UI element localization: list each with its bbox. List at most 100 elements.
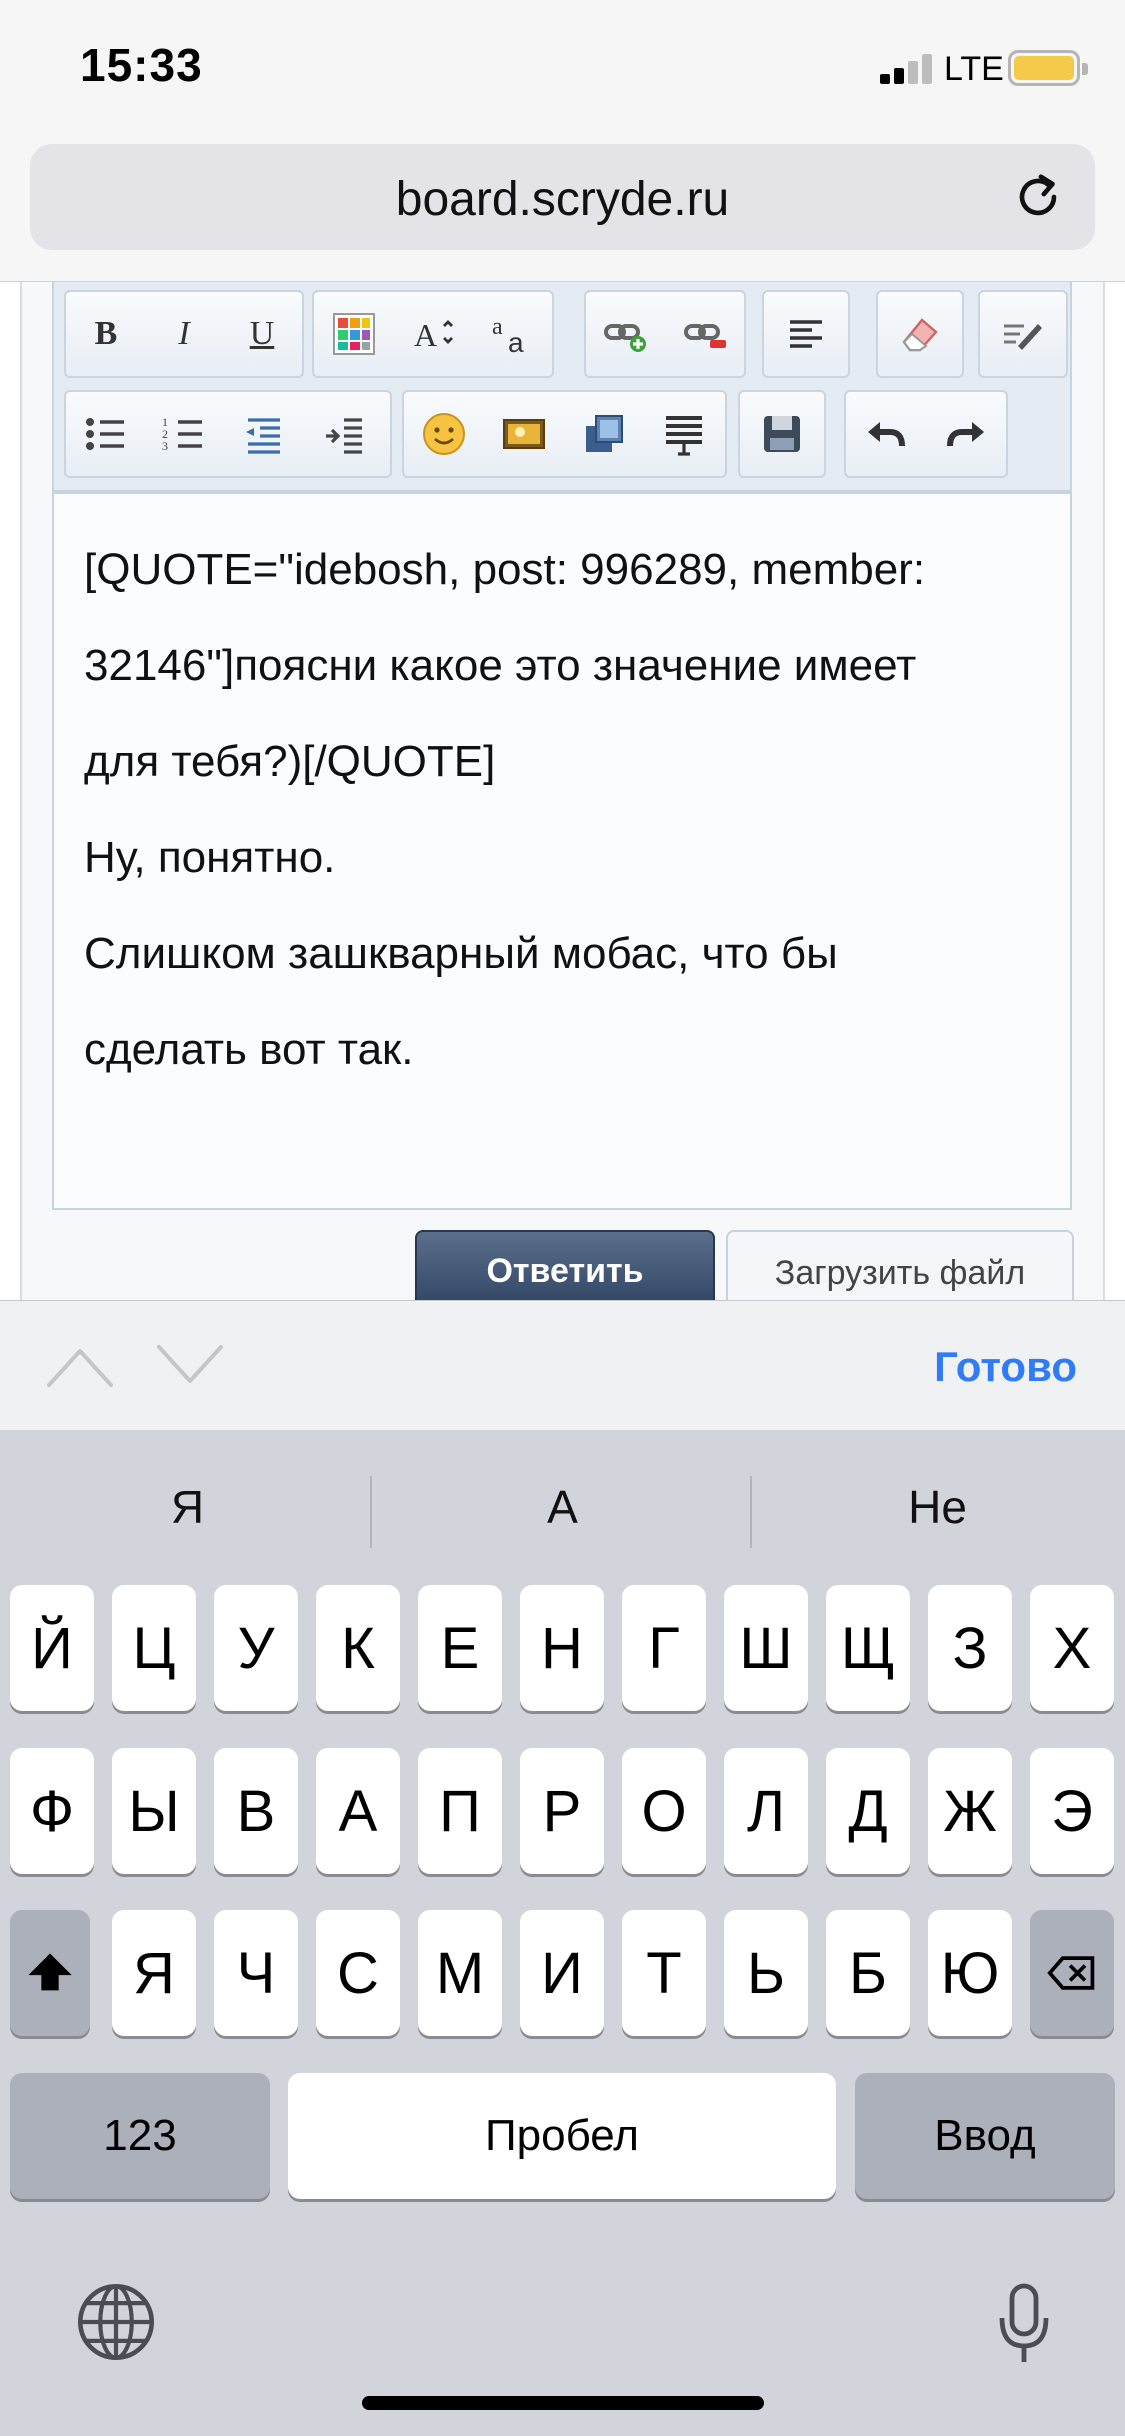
key-3-3[interactable]: С xyxy=(316,1910,400,2036)
svg-text:a: a xyxy=(508,327,524,358)
font-group: A aa xyxy=(312,290,554,378)
key-3-9[interactable]: Ю xyxy=(928,1910,1012,2036)
key-2-10[interactable]: Ж xyxy=(928,1748,1012,1874)
redo-icon[interactable] xyxy=(938,406,994,462)
suggestion-divider xyxy=(370,1476,372,1548)
return-key[interactable]: Ввод xyxy=(855,2073,1115,2199)
key-1-4[interactable]: К xyxy=(316,1585,400,1711)
svg-text:3: 3 xyxy=(162,439,168,453)
edit-draft-icon[interactable] xyxy=(994,306,1050,362)
key-3-5[interactable]: И xyxy=(520,1910,604,2036)
save-group xyxy=(738,390,826,478)
key-1-9[interactable]: Щ xyxy=(826,1585,910,1711)
key-1-10[interactable]: З xyxy=(928,1585,1012,1711)
key-1-5[interactable]: Е xyxy=(418,1585,502,1711)
draft-group xyxy=(978,290,1068,378)
suggestion-item[interactable]: А xyxy=(375,1480,750,1534)
previous-field-icon[interactable] xyxy=(45,1341,115,1391)
battery-icon xyxy=(1008,50,1088,86)
insert-group xyxy=(402,390,727,478)
remove-link-icon[interactable] xyxy=(678,306,734,362)
screen: 15:33 LTE board.scryde.ru B I U A a a 1 … xyxy=(0,0,1125,2436)
key-3-7[interactable]: Ь xyxy=(724,1910,808,2036)
key-3-4[interactable]: М xyxy=(418,1910,502,2036)
suggestion-item[interactable]: Не xyxy=(750,1480,1125,1534)
align-left-icon[interactable] xyxy=(778,306,834,362)
status-bar: 15:33 LTE xyxy=(0,0,1125,140)
url-text[interactable]: board.scryde.ru xyxy=(30,172,1095,227)
key-1-1[interactable]: Й xyxy=(10,1585,94,1711)
key-2-7[interactable]: О xyxy=(622,1748,706,1874)
key-3-6[interactable]: Т xyxy=(622,1910,706,2036)
key-1-3[interactable]: У xyxy=(214,1585,298,1711)
shift-icon xyxy=(28,1953,72,1991)
numbers-key[interactable]: 123 xyxy=(10,2073,270,2199)
key-3-2[interactable]: Ч xyxy=(214,1910,298,2036)
key-2-5[interactable]: П xyxy=(418,1748,502,1874)
insert-quote-icon[interactable] xyxy=(656,406,712,462)
key-2-9[interactable]: Д xyxy=(826,1748,910,1874)
list-group: 123 xyxy=(64,390,392,478)
undo-icon[interactable] xyxy=(858,406,914,462)
svg-text:A: A xyxy=(414,317,437,353)
reload-icon[interactable] xyxy=(1009,168,1067,226)
indent-icon[interactable] xyxy=(316,406,372,462)
eraser-group xyxy=(876,290,964,378)
text-style-group: B I U xyxy=(64,290,304,378)
remove-format-icon[interactable] xyxy=(892,306,948,362)
home-indicator xyxy=(362,2396,764,2410)
key-1-6[interactable]: Н xyxy=(520,1585,604,1711)
key-3-1[interactable]: Я xyxy=(112,1910,196,2036)
editor-toolbar: B I U A aa 1 2 3 xyxy=(52,282,1072,492)
done-button[interactable]: Готово xyxy=(934,1343,1077,1391)
microphone-icon[interactable] xyxy=(996,2282,1052,2366)
bullet-list-icon[interactable] xyxy=(78,406,134,462)
bold-button[interactable]: B xyxy=(78,306,134,362)
key-1-8[interactable]: Ш xyxy=(724,1585,808,1711)
outdent-icon[interactable] xyxy=(236,406,292,462)
signal-icon xyxy=(880,52,934,84)
svg-text:a: a xyxy=(492,314,503,340)
align-group xyxy=(762,290,850,378)
reply-button[interactable]: Ответить xyxy=(415,1230,715,1310)
smilie-icon[interactable] xyxy=(416,406,472,462)
save-draft-icon[interactable] xyxy=(754,406,810,462)
font-family-icon[interactable]: aa xyxy=(486,306,542,362)
media-icon[interactable] xyxy=(576,406,632,462)
backspace-icon xyxy=(1047,1956,1095,1990)
underline-button[interactable]: U xyxy=(234,306,290,362)
shift-key[interactable] xyxy=(10,1910,90,2036)
history-group xyxy=(844,390,1008,478)
key-2-6[interactable]: Р xyxy=(520,1748,604,1874)
key-2-4[interactable]: А xyxy=(316,1748,400,1874)
italic-button[interactable]: I xyxy=(156,306,212,362)
insert-link-icon[interactable] xyxy=(598,306,654,362)
message-editor[interactable]: [QUOTE="idebosh, post: 996289, member: 3… xyxy=(52,492,1072,1210)
address-bar[interactable]: board.scryde.ru xyxy=(30,144,1095,250)
network-type: LTE xyxy=(944,50,1004,88)
editor-line: Ну, понятно. xyxy=(84,833,336,882)
key-2-11[interactable]: Э xyxy=(1030,1748,1114,1874)
key-1-2[interactable]: Ц xyxy=(112,1585,196,1711)
key-2-2[interactable]: Ы xyxy=(112,1748,196,1874)
editor-line: для тебя?)[/QUOTE] xyxy=(84,737,496,786)
globe-icon[interactable] xyxy=(74,2280,158,2364)
key-3-8[interactable]: Б xyxy=(826,1910,910,2036)
key-2-3[interactable]: В xyxy=(214,1748,298,1874)
next-field-icon[interactable] xyxy=(155,1341,225,1391)
font-size-icon[interactable]: A xyxy=(406,306,462,362)
input-accessory-bar: Готово xyxy=(0,1300,1125,1430)
upload-file-button[interactable]: Загрузить файл xyxy=(726,1230,1074,1310)
editor-line: [QUOTE="idebosh, post: 996289, member: xyxy=(84,545,926,594)
key-1-11[interactable]: Х xyxy=(1030,1585,1114,1711)
numbered-list-icon[interactable]: 123 xyxy=(156,406,212,462)
image-icon[interactable] xyxy=(496,406,552,462)
suggestion-item[interactable]: Я xyxy=(0,1480,375,1534)
key-2-8[interactable]: Л xyxy=(724,1748,808,1874)
key-2-1[interactable]: Ф xyxy=(10,1748,94,1874)
space-key[interactable]: Пробел xyxy=(288,2073,836,2199)
backspace-key[interactable] xyxy=(1030,1910,1114,2036)
key-1-7[interactable]: Г xyxy=(622,1585,706,1711)
color-picker-icon[interactable] xyxy=(326,306,382,362)
link-group xyxy=(584,290,746,378)
